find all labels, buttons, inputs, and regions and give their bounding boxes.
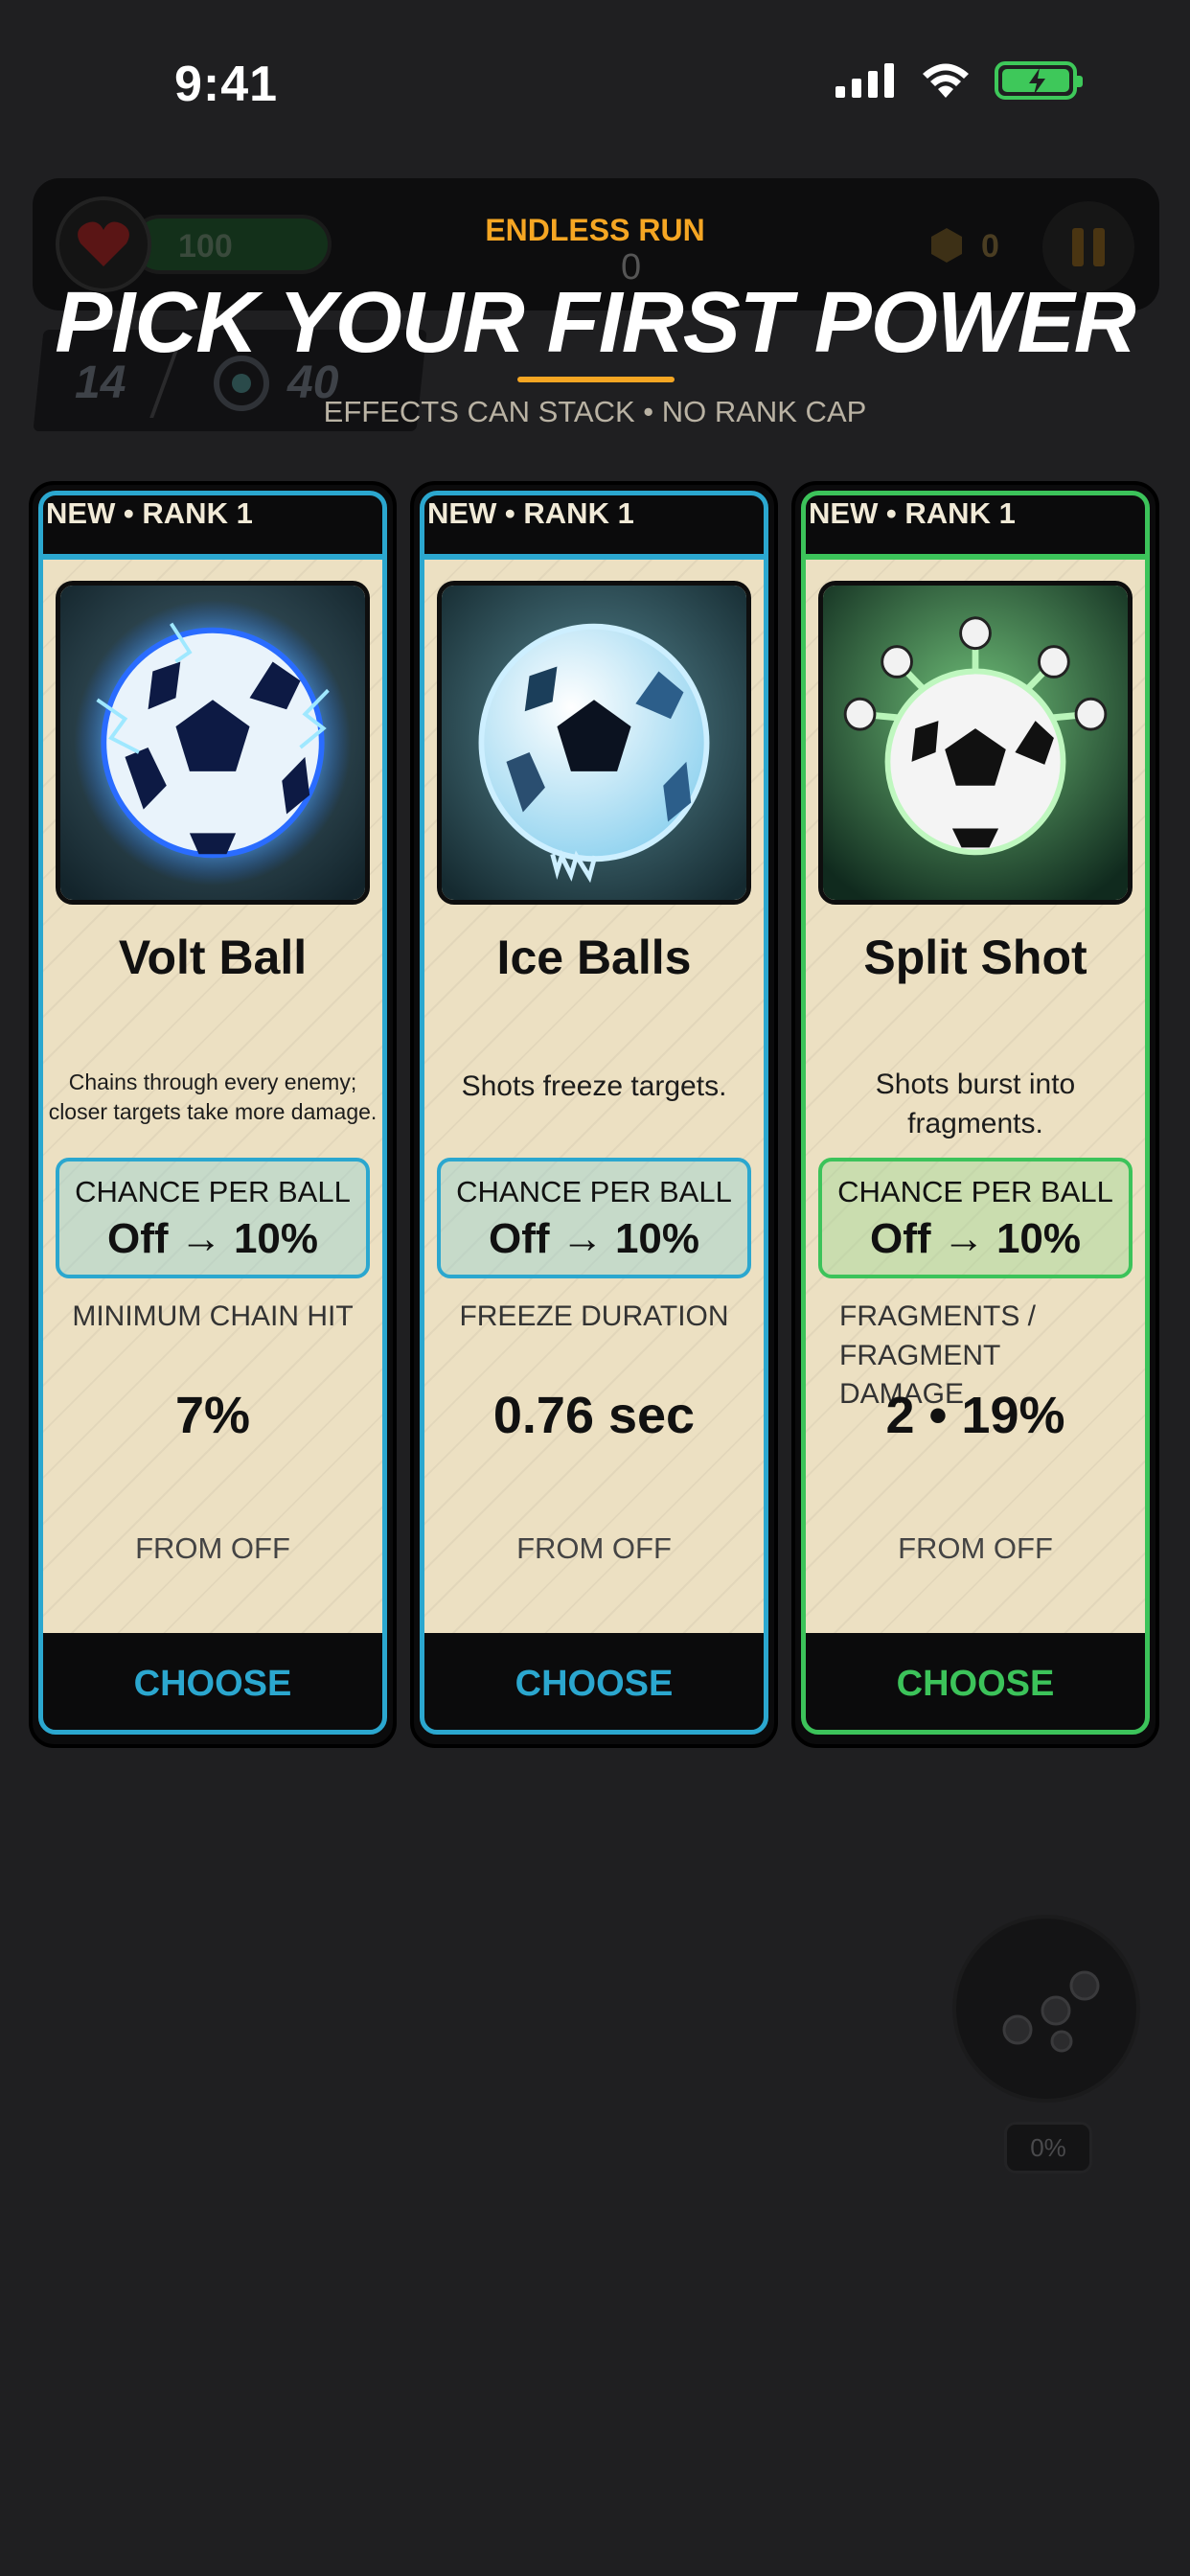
power-card-ice-balls[interactable]: NEW • RANK 1 Ice Balls Shots freeze targ… bbox=[410, 481, 778, 1748]
choose-button[interactable]: CHOOSE bbox=[410, 1664, 778, 1705]
auto-aim-button[interactable] bbox=[952, 1915, 1140, 2103]
card-title: Split Shot bbox=[863, 931, 1087, 984]
signal-icon bbox=[835, 63, 894, 98]
stat-value: 7% bbox=[174, 1387, 251, 1444]
stat-value: 0.76 sec bbox=[492, 1387, 696, 1444]
chance-label: CHANCE PER BALL bbox=[837, 1175, 1113, 1208]
card-accent-line bbox=[423, 554, 765, 560]
volt-ball-image bbox=[56, 581, 370, 905]
ice-balls-image bbox=[437, 581, 751, 905]
page-subtitle: EFFECTS CAN STACK • NO RANK CAP bbox=[323, 395, 867, 428]
chance-box: CHANCE PER BALL Off → 10% bbox=[56, 1158, 370, 1278]
status-icons bbox=[835, 61, 1083, 100]
card-description: Chains through every enemy; closer targe… bbox=[48, 1070, 378, 1125]
split-shot-image bbox=[818, 581, 1133, 905]
battery-icon bbox=[995, 61, 1083, 100]
title-underline bbox=[517, 377, 675, 382]
chance-value: Off → 10% bbox=[106, 1215, 319, 1262]
auto-progress-badge: 0% bbox=[1004, 2122, 1092, 2174]
stat-label: FREEZE DURATION bbox=[459, 1300, 729, 1332]
stat-label: MINIMUM CHAIN HIT bbox=[72, 1300, 354, 1332]
card-rank-tag: NEW • RANK 1 bbox=[809, 496, 1016, 530]
card-accent-line bbox=[805, 554, 1146, 560]
page-title: PICK YOUR FIRST POWER bbox=[55, 275, 1135, 371]
wifi-icon bbox=[923, 63, 969, 98]
card-accent-line bbox=[42, 554, 383, 560]
card-rank-tag: NEW • RANK 1 bbox=[46, 496, 253, 530]
choose-button[interactable]: CHOOSE bbox=[791, 1664, 1159, 1705]
chance-box: CHANCE PER BALL Off → 10% bbox=[437, 1158, 751, 1278]
stat-from: FROM OFF bbox=[898, 1531, 1053, 1565]
card-rank-tag: NEW • RANK 1 bbox=[427, 496, 634, 530]
stat-from: FROM OFF bbox=[516, 1531, 672, 1565]
card-description: Shots freeze targets. bbox=[461, 1070, 727, 1102]
chance-value: Off → 10% bbox=[488, 1215, 700, 1262]
mode-label: ENDLESS RUN bbox=[485, 213, 705, 247]
card-title: Ice Balls bbox=[496, 931, 692, 984]
power-card-volt-ball[interactable]: NEW • RANK 1 Volt Ball Chains through ev… bbox=[29, 481, 397, 1748]
chance-box: CHANCE PER BALL Off → 10% bbox=[818, 1158, 1133, 1278]
chance-value: Off → 10% bbox=[869, 1215, 1082, 1262]
status-time: 9:41 bbox=[174, 57, 279, 112]
card-title: Volt Ball bbox=[118, 931, 308, 984]
stat-value: 2 • 19% bbox=[885, 1387, 1065, 1444]
choose-button[interactable]: CHOOSE bbox=[29, 1664, 397, 1705]
chance-label: CHANCE PER BALL bbox=[75, 1175, 351, 1208]
chance-label: CHANCE PER BALL bbox=[456, 1175, 732, 1208]
card-description: Shots burst into fragments. bbox=[875, 1069, 1076, 1139]
stat-from: FROM OFF bbox=[135, 1531, 290, 1565]
power-card-split-shot[interactable]: NEW • RANK 1 Split Shot Shots burst into… bbox=[791, 481, 1159, 1748]
split-balls-icon bbox=[1002, 1970, 1100, 2053]
